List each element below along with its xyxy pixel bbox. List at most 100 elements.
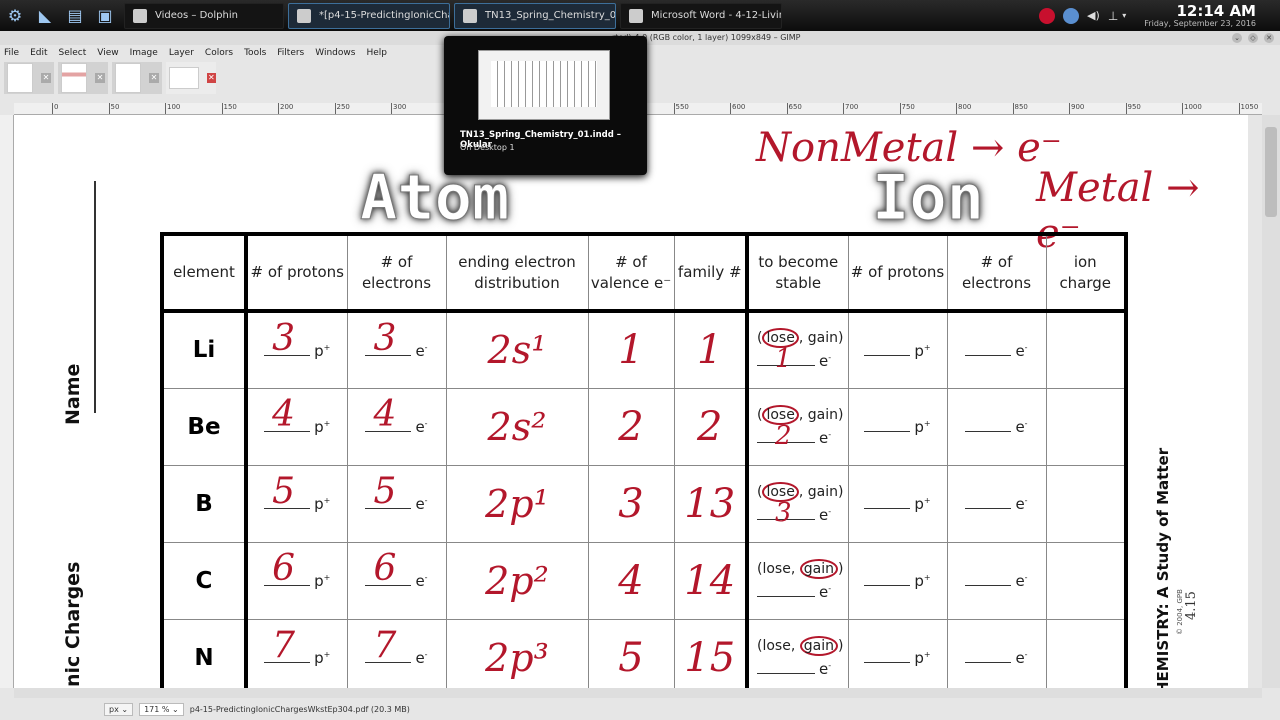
- footer-brand: CHEMISTRY: A Study of Matter: [1154, 448, 1172, 688]
- proton-unit: p+: [914, 649, 931, 667]
- close-tab-icon[interactable]: ✕: [149, 73, 159, 83]
- minimize-icon[interactable]: ⌄: [1232, 33, 1242, 43]
- file-manager-icon[interactable]: ▤: [60, 2, 90, 30]
- proton-unit: p+: [314, 495, 331, 513]
- image-thumbnail: [61, 63, 87, 93]
- electron-unit: e-: [415, 341, 428, 360]
- element-cell: B: [160, 464, 248, 543]
- menu-select[interactable]: Select: [59, 48, 87, 58]
- menu-help[interactable]: Help: [366, 48, 387, 58]
- handwritten-stable_count: 2: [775, 420, 792, 451]
- header-stable: to become stable: [745, 232, 849, 313]
- handwritten-electrons: 7: [373, 625, 397, 666]
- handwritten-protons: 6: [272, 548, 296, 589]
- vertical-scrollbar[interactable]: [1262, 115, 1280, 688]
- valence-cell: 2: [587, 387, 675, 466]
- tray-expand-icon[interactable]: ▾: [1122, 11, 1126, 20]
- table-row: Li 3 p+ 3 e- 2s¹ 1 1(lose, gain) 1 e-p+ e-: [160, 310, 1128, 389]
- handwritten-family: 1: [697, 327, 723, 374]
- network-icon[interactable]: ⊥: [1108, 9, 1118, 23]
- scrollbar-thumb[interactable]: [1265, 127, 1277, 217]
- electron-unit: e-: [819, 428, 832, 447]
- handwritten-family: 13: [684, 480, 736, 527]
- zoom-value: 171 %: [144, 704, 170, 714]
- close-icon[interactable]: ✕: [1264, 33, 1274, 43]
- window-preview-thumbnail: [478, 50, 610, 120]
- protons-cell: 5 p+: [245, 464, 348, 543]
- maximize-icon[interactable]: ◇: [1248, 33, 1258, 43]
- ruler-tick: 150: [221, 103, 237, 114]
- ruler-tick: 800: [956, 103, 971, 114]
- header-ion-electrons: # of electrons: [946, 232, 1047, 313]
- close-tab-icon[interactable]: ✕: [95, 73, 105, 83]
- ion-protons-cell: p+: [847, 541, 948, 620]
- name-label: Name: [62, 363, 84, 425]
- vertical-ruler[interactable]: [0, 115, 14, 688]
- image-tab[interactable]: ✕: [4, 62, 54, 94]
- menu-view[interactable]: View: [97, 48, 118, 58]
- image-thumbnail: [169, 67, 199, 89]
- image-tab[interactable]: ✕: [112, 62, 162, 94]
- shield-icon[interactable]: [1063, 7, 1080, 24]
- electrons-cell: 3 e-: [346, 310, 447, 389]
- notification-icon[interactable]: [1039, 7, 1056, 24]
- horizontal-scrollbar[interactable]: [14, 688, 1262, 698]
- image-canvas[interactable]: Name nic Charges Atom Ion NonMetal → e⁻ …: [14, 115, 1248, 688]
- menu-filters[interactable]: Filters: [277, 48, 304, 58]
- menu-colors[interactable]: Colors: [205, 48, 233, 58]
- menu-file[interactable]: File: [4, 48, 19, 58]
- desktop-icon[interactable]: ◣: [30, 2, 60, 30]
- tooltip-subtitle: On Desktop 1: [460, 143, 515, 152]
- image-tab-active[interactable]: ✕: [166, 62, 216, 94]
- ruler-tick: 200: [278, 103, 293, 114]
- terminal-icon[interactable]: ▣: [90, 2, 120, 30]
- handwritten-valence: 3: [618, 480, 644, 527]
- task-gimp[interactable]: *[p4-15-PredictingIonicChargesWk: [288, 2, 450, 29]
- task-okular[interactable]: TN13_Spring_Chemistry_01.indd –: [454, 2, 616, 29]
- menu-tools[interactable]: Tools: [244, 48, 266, 58]
- unit-select[interactable]: px ⌄: [104, 702, 134, 716]
- volume-icon[interactable]: ◀): [1087, 9, 1100, 22]
- ion-charge-cell: [1045, 387, 1128, 466]
- element-cell: Li: [160, 310, 248, 389]
- electron-unit: e-: [415, 495, 428, 513]
- menu-image[interactable]: Image: [130, 48, 158, 58]
- electron-unit: e-: [415, 418, 428, 436]
- menu-windows[interactable]: Windows: [315, 48, 355, 58]
- ion-electrons-cell: e-: [946, 618, 1047, 688]
- family-cell: 13: [673, 464, 748, 543]
- proton-unit: p+: [914, 572, 931, 590]
- ruler-tick: 100: [165, 103, 180, 114]
- family-cell: 15: [673, 618, 748, 688]
- task-word[interactable]: Microsoft Word - 4-12-Living Period: [620, 2, 782, 29]
- close-tab-icon[interactable]: ✕: [206, 73, 216, 83]
- ruler-tick: 50: [108, 103, 119, 114]
- proton-unit: p+: [914, 341, 931, 360]
- zoom-select[interactable]: 171 % ⌄: [139, 702, 184, 716]
- ion-electrons-cell: e-: [946, 464, 1047, 543]
- handwritten-protons: 3: [272, 317, 296, 359]
- handwritten-family: 14: [684, 557, 736, 604]
- handwritten-electrons: 4: [373, 394, 397, 435]
- task-dolphin[interactable]: Videos – Dolphin: [124, 2, 284, 29]
- app-menu-icon[interactable]: ⚙: [0, 2, 30, 30]
- statusbar: px ⌄ 171 % ⌄ p4-15-PredictingIonicCharge…: [0, 698, 1280, 720]
- electron-unit: e-: [1015, 495, 1028, 513]
- okular-icon: [463, 8, 477, 23]
- element-cell: Be: [160, 387, 248, 466]
- close-tab-icon[interactable]: ✕: [41, 73, 51, 83]
- electrons-cell: 7 e-: [346, 618, 447, 688]
- handwritten-distribution: 2s¹: [487, 328, 547, 373]
- gimp-icon: [297, 8, 311, 23]
- image-tab[interactable]: ✕: [58, 62, 108, 94]
- menu-edit[interactable]: Edit: [30, 48, 47, 58]
- ion-protons-cell: p+: [847, 618, 948, 688]
- clock[interactable]: 12:14 AM Friday, September 23, 2016: [1144, 3, 1256, 28]
- menu-layer[interactable]: Layer: [169, 48, 194, 58]
- handwritten-distribution: 2s²: [487, 404, 547, 449]
- protons-cell: 3 p+: [245, 310, 348, 389]
- ruler-tick: 950: [1125, 103, 1141, 114]
- header-family: family #: [673, 232, 748, 313]
- header-ion-protons: # of protons: [847, 232, 948, 313]
- handwritten-family: 15: [684, 634, 736, 681]
